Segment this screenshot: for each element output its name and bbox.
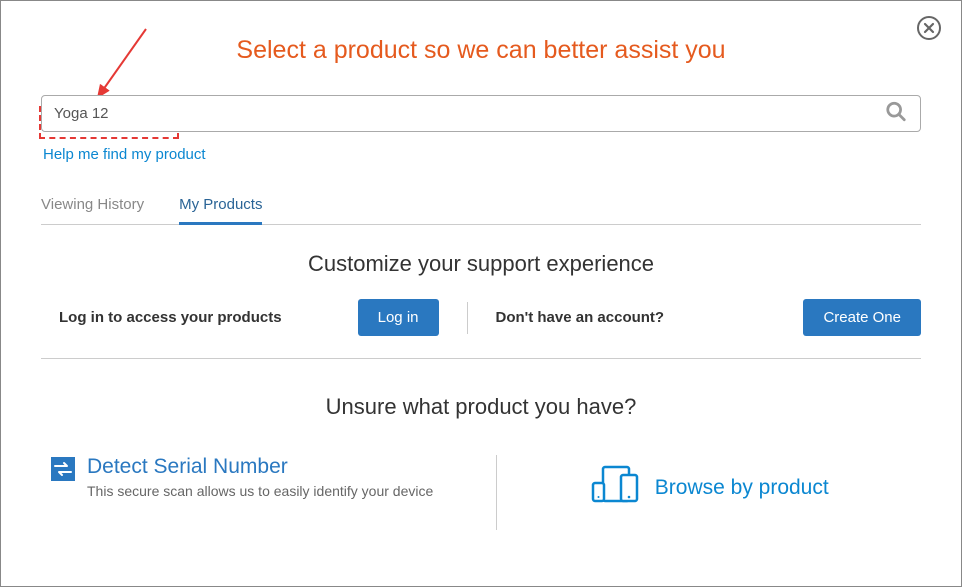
- detect-text-wrap: Detect Serial Number This secure scan al…: [87, 455, 433, 499]
- detect-section: Detect Serial Number This secure scan al…: [41, 455, 496, 530]
- close-icon: [923, 22, 935, 34]
- login-row: Log in to access your products Log in Do…: [41, 299, 921, 359]
- modal-title: Select a product so we can better assist…: [1, 1, 961, 95]
- browse-section: Browse by product: [496, 455, 922, 530]
- browse-label: Browse by product: [655, 476, 829, 500]
- close-button[interactable]: [917, 16, 941, 40]
- detect-serial-link[interactable]: Detect Serial Number: [87, 455, 433, 479]
- search-input[interactable]: [41, 95, 921, 132]
- login-button[interactable]: Log in: [358, 299, 439, 336]
- tab-viewing-history[interactable]: Viewing History: [41, 196, 144, 224]
- devices-icon: [589, 465, 641, 510]
- search-container: [41, 95, 921, 132]
- browse-by-product-link[interactable]: Browse by product: [589, 465, 829, 510]
- login-right-section: Don't have an account? Create One: [467, 302, 922, 334]
- search-icon[interactable]: [885, 100, 907, 127]
- bottom-row: Detect Serial Number This secure scan al…: [41, 455, 921, 530]
- unsure-title: Unsure what product you have?: [1, 394, 961, 420]
- no-account-prompt: Don't have an account?: [496, 309, 665, 326]
- help-find-product-link[interactable]: Help me find my product: [43, 146, 206, 163]
- tab-my-products[interactable]: My Products: [179, 196, 262, 225]
- login-prompt: Log in to access your products: [41, 309, 282, 326]
- login-left-section: Log in to access your products Log in: [41, 299, 467, 336]
- customize-title: Customize your support experience: [1, 251, 961, 277]
- create-account-button[interactable]: Create One: [803, 299, 921, 336]
- swap-icon: [51, 457, 75, 486]
- detect-description: This secure scan allows us to easily ide…: [87, 483, 433, 499]
- tabs-container: Viewing History My Products: [41, 196, 921, 225]
